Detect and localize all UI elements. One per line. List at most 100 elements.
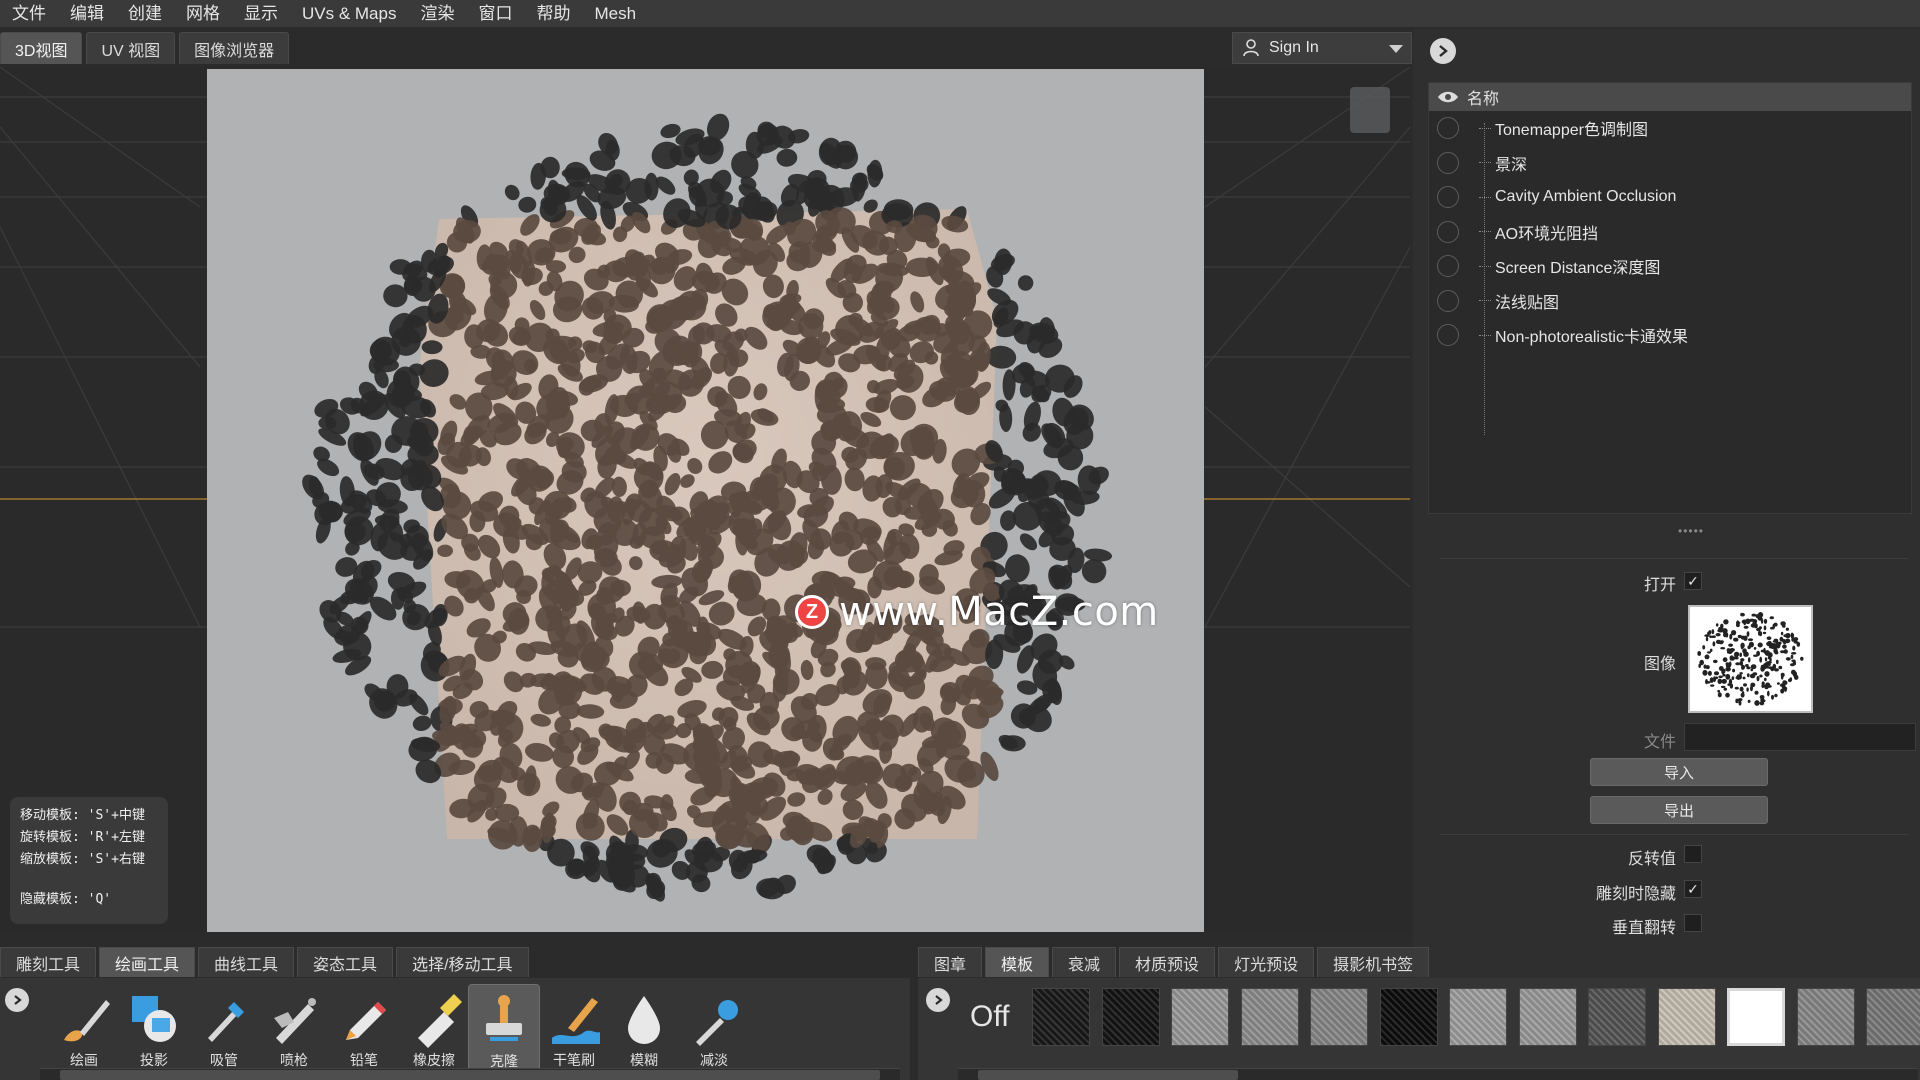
- stencil-thumbnail[interactable]: [1727, 988, 1785, 1046]
- menu-item[interactable]: 显示: [232, 0, 290, 27]
- panel-resize-handle[interactable]: •••••: [1678, 524, 1704, 538]
- tray-tab[interactable]: 摄影机书签: [1317, 947, 1430, 977]
- tools-scrollbar[interactable]: [40, 1068, 900, 1080]
- stencil-thumbnail[interactable]: [1032, 988, 1090, 1046]
- airbrush-icon: [274, 998, 316, 1044]
- tool-blur-drop[interactable]: 模糊: [608, 984, 680, 1080]
- view-tab[interactable]: 图像浏览器: [179, 32, 290, 64]
- visibility-toggle[interactable]: [1437, 324, 1459, 347]
- list-header: 名称: [1429, 83, 1911, 111]
- stencil-thumbnail[interactable]: [1310, 988, 1368, 1046]
- tool-paint-brush[interactable]: 绘画: [48, 984, 120, 1080]
- tray-tab[interactable]: 材质预设: [1119, 947, 1216, 977]
- stencil-thumbnail[interactable]: [1688, 605, 1813, 713]
- menu-item[interactable]: 编辑: [58, 0, 116, 27]
- effect-row[interactable]: Screen Distance深度图: [1429, 249, 1911, 284]
- stencil-thumbnail[interactable]: [1796, 988, 1855, 1046]
- tool-airbrush[interactable]: 喷枪: [258, 984, 330, 1080]
- effect-name: Non-photorealistic卡通效果: [1495, 329, 1688, 347]
- menu-item[interactable]: 渲染: [408, 0, 466, 27]
- effect-name: AO环境光阻挡: [1495, 225, 1599, 243]
- view-tabs: 3D视图 UV 视图 图像浏览器: [0, 32, 290, 66]
- tree-connector: [1479, 162, 1491, 164]
- flip-vertical-checkbox[interactable]: [1684, 914, 1702, 932]
- menu-item[interactable]: UVs & Maps: [290, 0, 408, 27]
- effect-row[interactable]: Cavity Ambient Occlusion: [1429, 180, 1911, 215]
- effect-row[interactable]: AO环境光阻挡: [1429, 215, 1911, 250]
- invert-checkbox[interactable]: [1684, 845, 1702, 863]
- stencil-image-overlay: [207, 69, 1204, 932]
- menu-item[interactable]: Mesh: [582, 0, 648, 27]
- stencil-thumbnail[interactable]: [1379, 988, 1438, 1046]
- tool-eyedropper[interactable]: 吸管: [188, 984, 260, 1080]
- hide-on-sculpt-checkbox[interactable]: ✓: [1684, 880, 1702, 898]
- tree-connector: [1479, 231, 1491, 233]
- tray-tab[interactable]: 模板: [985, 947, 1050, 977]
- hide-on-sculpt-label: 雕刻时隐藏: [1595, 886, 1676, 903]
- tool-projection[interactable]: 投影: [118, 984, 190, 1080]
- tray-expand-arrow-icon[interactable]: [926, 988, 950, 1012]
- stencil-thumbnail[interactable]: [1588, 988, 1646, 1046]
- visibility-toggle[interactable]: [1437, 186, 1459, 209]
- stencil-thumbnail[interactable]: [1866, 988, 1920, 1046]
- stencil-thumbnail[interactable]: [1657, 988, 1716, 1046]
- tool-tab[interactable]: 曲线工具: [198, 947, 295, 977]
- tool-tab[interactable]: 绘画工具: [99, 947, 196, 977]
- stencil-thumbnail[interactable]: [1240, 988, 1299, 1046]
- visibility-toggle[interactable]: [1437, 289, 1459, 312]
- effect-name: Cavity Ambient Occlusion: [1495, 188, 1677, 206]
- visibility-toggle[interactable]: [1437, 151, 1459, 174]
- view-tab[interactable]: UV 视图: [86, 32, 176, 64]
- file-field[interactable]: [1684, 723, 1916, 751]
- menu-item[interactable]: 网格: [174, 0, 232, 27]
- image-label: 图像: [1643, 656, 1676, 673]
- tool-label: 喷枪: [280, 1052, 308, 1068]
- user-icon: [1243, 39, 1259, 57]
- tool-dry-brush[interactable]: 干笔刷: [538, 984, 610, 1080]
- stencil-thumbnail[interactable]: [1101, 988, 1160, 1046]
- visibility-toggle[interactable]: [1437, 255, 1459, 278]
- menu-item[interactable]: 帮助: [524, 0, 582, 27]
- menu-item[interactable]: 文件: [0, 0, 58, 27]
- eye-icon[interactable]: [1429, 90, 1467, 104]
- tree-connector: [1479, 300, 1491, 302]
- effect-row[interactable]: 景深: [1429, 146, 1911, 181]
- effect-row[interactable]: Tonemapper色调制图: [1429, 111, 1911, 146]
- effect-row[interactable]: Non-photorealistic卡通效果: [1429, 318, 1911, 353]
- tray-scrollbar[interactable]: [958, 1068, 1918, 1080]
- tool-eraser[interactable]: 橡皮擦: [398, 984, 470, 1080]
- tray-tab[interactable]: 衰减: [1052, 947, 1117, 977]
- tray-tab[interactable]: 图章: [918, 947, 983, 977]
- tool-dodge[interactable]: 减淡: [678, 984, 750, 1080]
- sign-in-dropdown[interactable]: Sign In: [1232, 32, 1412, 64]
- effect-row[interactable]: 法线贴图: [1429, 284, 1911, 319]
- hint-hide: 隐藏模板: 'Q': [20, 892, 112, 907]
- tool-tab[interactable]: 雕刻工具: [0, 947, 97, 977]
- stencil-thumbnail[interactable]: [1171, 988, 1229, 1046]
- view-cube[interactable]: [1350, 87, 1390, 133]
- tool-pencil[interactable]: 铅笔: [328, 984, 400, 1080]
- view-tab[interactable]: 3D视图: [0, 32, 83, 64]
- tray-tab[interactable]: 灯光预设: [1218, 947, 1315, 977]
- dry-brush-icon: [552, 998, 600, 1044]
- menu-item[interactable]: 窗口: [466, 0, 524, 27]
- effect-name: 法线贴图: [1495, 294, 1560, 312]
- 3d-viewport[interactable]: Z www.MacZ.com: [0, 67, 1410, 932]
- tool-label: 干笔刷: [553, 1052, 595, 1068]
- export-button[interactable]: 导出: [1590, 796, 1768, 824]
- tools-expand-arrow-icon[interactable]: [5, 988, 29, 1012]
- stencil-thumbnail[interactable]: [1449, 988, 1507, 1046]
- visibility-toggle[interactable]: [1437, 220, 1459, 243]
- import-button[interactable]: 导入: [1590, 758, 1768, 786]
- effect-name: Screen Distance深度图: [1495, 260, 1661, 278]
- stencil-off-button[interactable]: Off: [970, 1000, 1009, 1034]
- list-header-name: 名称: [1467, 91, 1500, 108]
- open-checkbox[interactable]: ✓: [1684, 572, 1702, 590]
- tool-tab[interactable]: 姿态工具: [297, 947, 394, 977]
- visibility-toggle[interactable]: [1437, 117, 1459, 140]
- tool-clone-stamp[interactable]: 克隆: [468, 984, 540, 1080]
- tool-tab[interactable]: 选择/移动工具: [396, 947, 529, 977]
- stencil-thumbnail[interactable]: [1518, 988, 1577, 1046]
- panel-toggle-arrow-icon[interactable]: [1430, 38, 1456, 64]
- menu-item[interactable]: 创建: [116, 0, 174, 27]
